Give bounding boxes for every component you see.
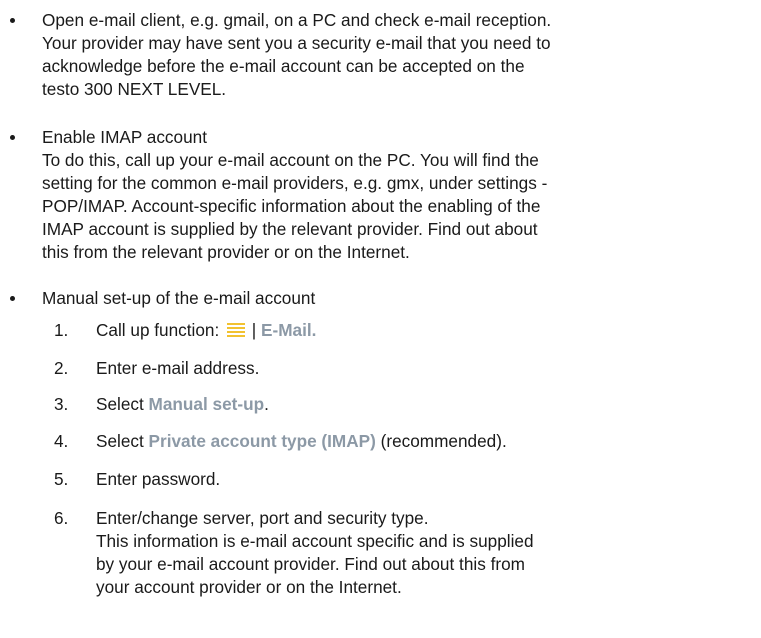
text-line: Enable IMAP account [42,127,207,147]
ui-term-manual-setup: Manual set-up [148,394,265,414]
bullet-dot [10,18,15,23]
step-text-pre: Select [96,394,149,414]
menu-icon [227,322,246,338]
step-text-pre: Select [96,431,149,451]
step-text: Call up function: | E-Mail. [96,319,761,342]
step-number: 2. [54,358,69,378]
text-line: This information is e-mail account speci… [96,531,534,551]
text-line: Your provider may have sent you a securi… [42,33,551,53]
text-line: setting for the common e-mail providers,… [42,173,548,193]
bullet-text: Manual set-up of the e-mail account [42,287,760,310]
instruction-page: Open e-mail client, e.g. gmail, on a PC … [0,0,761,638]
step-separator: | [247,320,262,340]
text-line: Open e-mail client, e.g. gmail, on a PC … [42,10,552,30]
step-text-post: (recommended). [375,431,507,451]
text-line: POP/IMAP. Account-specific information a… [42,196,541,216]
text-line: IMAP account is supplied by the relevant… [42,219,538,239]
bullet-dot [10,135,15,140]
text-line: Manual set-up of the e-mail account [42,288,316,308]
step-text: Select Private account type (IMAP) (reco… [96,430,761,453]
step-number: 4. [54,431,69,451]
text-line: this from the relevant provider or on th… [42,242,410,262]
step-text: Enter password. [96,469,221,489]
ui-term-private-account-type: Private account type (IMAP) [148,431,376,451]
step-text: Select Manual set-up. [96,393,761,416]
bullet-text: Enable IMAP account To do this, call up … [42,126,760,264]
step-number: 3. [54,394,69,414]
text-line: acknowledge before the e-mail account ca… [42,56,525,76]
ui-term-email: E-Mail. [261,320,317,340]
bullet-text: Open e-mail client, e.g. gmail, on a PC … [42,9,760,101]
step-number: 1. [54,320,69,340]
step-text-post: . [264,394,269,414]
step-number: 6. [54,508,69,528]
text-line: Enter/change server, port and security t… [96,508,429,528]
step-text-pre: Call up function: [96,320,225,340]
step-text: Enter e-mail address. [96,358,260,378]
text-line: your account provider or on the Internet… [96,577,402,597]
step-number: 5. [54,469,69,489]
step-text: Enter/change server, port and security t… [96,507,761,599]
text-line: by your e-mail account provider. Find ou… [96,554,525,574]
text-line: testo 300 NEXT LEVEL. [42,79,227,99]
bullet-dot [10,296,15,301]
text-line: To do this, call up your e-mail account … [42,150,539,170]
